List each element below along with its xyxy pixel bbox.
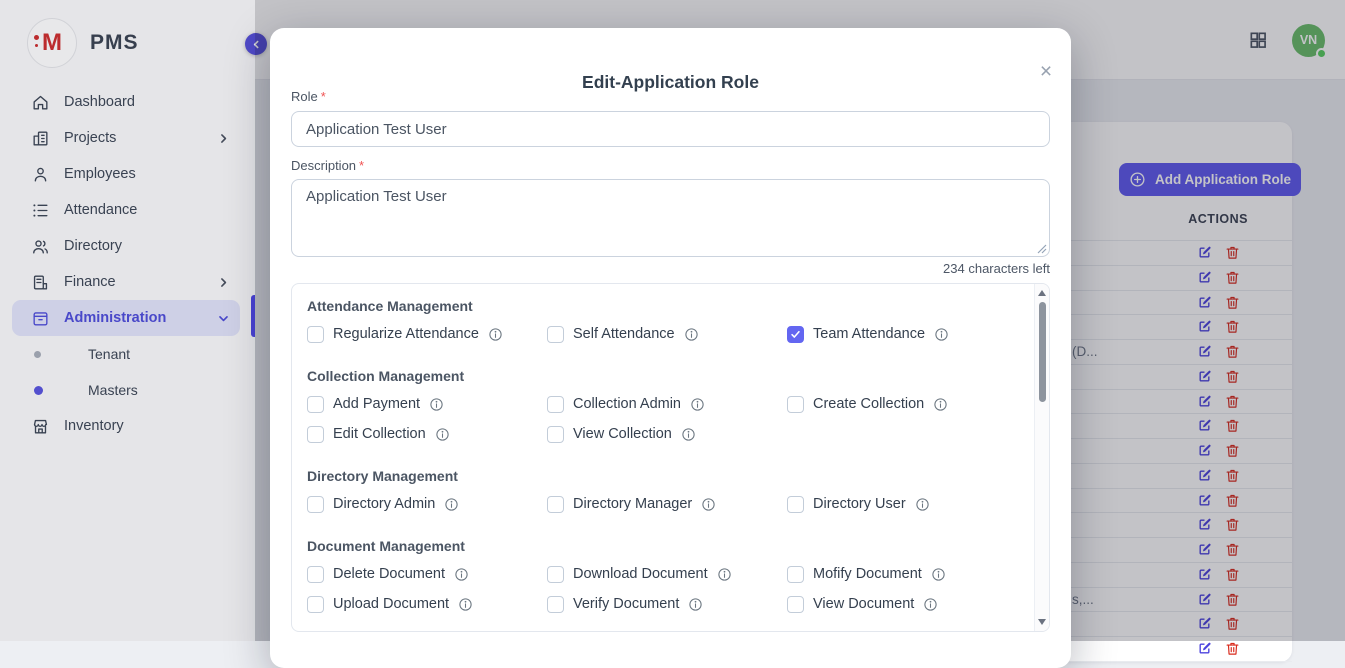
checkbox[interactable] — [787, 396, 804, 413]
permission-label: Add Payment — [333, 396, 420, 412]
permission-label: Edit Collection — [333, 426, 426, 442]
permission-section-directory-management: Directory Management Directory Admin Dir… — [307, 468, 1019, 514]
description-field-label: Description* — [291, 158, 364, 173]
info-icon[interactable] — [915, 497, 930, 512]
permission-label: Collection Admin — [573, 396, 681, 412]
checkbox[interactable] — [547, 496, 564, 513]
info-icon[interactable] — [923, 597, 938, 612]
permission-delete-document[interactable]: Delete Document — [307, 564, 539, 584]
permission-create-collection[interactable]: Create Collection — [787, 394, 1019, 414]
permission-label: Mofify Document — [813, 566, 922, 582]
permission-view-document[interactable]: View Document — [787, 594, 1019, 614]
info-icon[interactable] — [458, 597, 473, 612]
permission-edit-collection[interactable]: Edit Collection — [307, 424, 539, 444]
info-icon[interactable] — [681, 427, 696, 442]
info-icon[interactable] — [429, 397, 444, 412]
checkbox[interactable] — [787, 566, 804, 583]
permission-section-title: Collection Management — [307, 368, 1019, 384]
permission-mofify-document[interactable]: Mofify Document — [787, 564, 1019, 584]
permission-label: Download Document — [573, 566, 708, 582]
info-icon[interactable] — [690, 397, 705, 412]
checkbox[interactable] — [547, 396, 564, 413]
description-label-text: Description — [291, 158, 356, 173]
scrollbar-thumb[interactable] — [1039, 302, 1046, 402]
info-icon[interactable] — [701, 497, 716, 512]
scroll-up-arrow-icon[interactable] — [1038, 290, 1046, 296]
permission-verify-document[interactable]: Verify Document — [547, 594, 779, 614]
permission-section-title: Attendance Management — [307, 298, 1019, 314]
description-textarea[interactable]: Application Test User — [291, 179, 1050, 257]
characters-left-hint: 234 characters left — [943, 261, 1050, 276]
permission-add-payment[interactable]: Add Payment — [307, 394, 539, 414]
checkbox[interactable] — [307, 426, 324, 443]
info-icon[interactable] — [454, 567, 469, 582]
permission-section-title: Directory Management — [307, 468, 1019, 484]
checkbox[interactable] — [307, 566, 324, 583]
checkbox[interactable] — [787, 326, 804, 343]
edit-application-role-modal: × Edit-Application Role Role* Descriptio… — [270, 28, 1071, 668]
permission-directory-manager[interactable]: Directory Manager — [547, 494, 779, 514]
permission-team-attendance[interactable]: Team Attendance — [787, 324, 1019, 344]
edit-icon[interactable] — [1197, 641, 1212, 656]
info-icon[interactable] — [444, 497, 459, 512]
permission-section-attendance-management: Attendance Management Regularize Attenda… — [307, 298, 1019, 344]
permission-label: Create Collection — [813, 396, 924, 412]
checkbox[interactable] — [307, 496, 324, 513]
permission-label: Directory Manager — [573, 496, 692, 512]
info-icon[interactable] — [684, 327, 699, 342]
checkbox[interactable] — [547, 426, 564, 443]
permission-label: Upload Document — [333, 596, 449, 612]
role-field-label: Role* — [291, 89, 326, 104]
checkbox[interactable] — [547, 566, 564, 583]
permission-label: Team Attendance — [813, 326, 925, 342]
checkbox[interactable] — [547, 596, 564, 613]
delete-icon[interactable] — [1225, 641, 1240, 656]
checkbox[interactable] — [547, 326, 564, 343]
scroll-down-arrow-icon[interactable] — [1038, 619, 1046, 625]
required-asterisk: * — [321, 89, 326, 104]
permission-grid: Add Payment Collection Admin Create Coll… — [307, 394, 1019, 444]
permission-label: Verify Document — [573, 596, 679, 612]
permission-label: Directory User — [813, 496, 906, 512]
permission-label: Regularize Attendance — [333, 326, 479, 342]
permission-section-title: Document Management — [307, 538, 1019, 554]
permission-directory-user[interactable]: Directory User — [787, 494, 1019, 514]
permission-label: Delete Document — [333, 566, 445, 582]
permission-grid: Directory Admin Directory Manager Direct… — [307, 494, 1019, 514]
required-asterisk: * — [359, 158, 364, 173]
permission-label: Directory Admin — [333, 496, 435, 512]
permission-section-collection-management: Collection Management Add Payment Collec… — [307, 368, 1019, 444]
checkbox[interactable] — [307, 596, 324, 613]
role-input[interactable] — [291, 111, 1050, 147]
info-icon[interactable] — [435, 427, 450, 442]
permission-grid: Delete Document Download Document Mofify… — [307, 564, 1019, 614]
panel-scrollbar[interactable] — [1034, 284, 1049, 631]
checkbox[interactable] — [787, 596, 804, 613]
info-icon[interactable] — [688, 597, 703, 612]
info-icon[interactable] — [931, 567, 946, 582]
permission-section-document-management: Document Management Delete Document Down… — [307, 538, 1019, 614]
checkbox[interactable] — [307, 326, 324, 343]
role-label-text: Role — [291, 89, 318, 104]
permission-directory-admin[interactable]: Directory Admin — [307, 494, 539, 514]
info-icon[interactable] — [717, 567, 732, 582]
info-icon[interactable] — [933, 397, 948, 412]
permission-download-document[interactable]: Download Document — [547, 564, 779, 584]
row-actions — [1197, 641, 1240, 656]
permissions-panel: Attendance Management Regularize Attenda… — [291, 283, 1050, 632]
permission-self-attendance[interactable]: Self Attendance — [547, 324, 779, 344]
modal-title: Edit-Application Role — [270, 72, 1071, 93]
permission-grid: Regularize Attendance Self Attendance Te… — [307, 324, 1019, 344]
permission-collection-admin[interactable]: Collection Admin — [547, 394, 779, 414]
permission-view-collection[interactable]: View Collection — [547, 424, 779, 444]
permission-label: View Document — [813, 596, 914, 612]
checkbox[interactable] — [307, 396, 324, 413]
permission-label: Self Attendance — [573, 326, 675, 342]
permission-upload-document[interactable]: Upload Document — [307, 594, 539, 614]
permission-label: View Collection — [573, 426, 672, 442]
info-icon[interactable] — [934, 327, 949, 342]
checkbox[interactable] — [787, 496, 804, 513]
info-icon[interactable] — [488, 327, 503, 342]
permission-regularize-attendance[interactable]: Regularize Attendance — [307, 324, 539, 344]
